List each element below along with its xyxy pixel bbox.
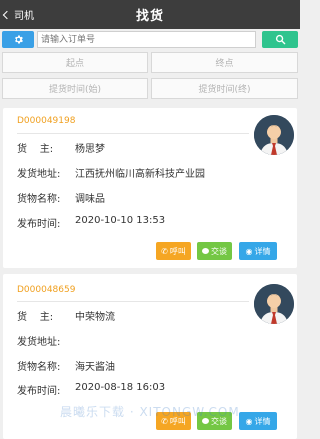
- time-value: 2020-08-18 16:03: [75, 382, 166, 393]
- call-button[interactable]: ✆ 呼叫: [156, 242, 191, 260]
- goods-label: 货物名称:: [17, 194, 61, 205]
- address-row: 发货地址: 江西抚州临川高新科技产业园: [17, 165, 205, 180]
- shipper-value: 杨思梦: [75, 144, 105, 155]
- goods-label: 货物名称:: [17, 362, 61, 373]
- shipper-label: 货 主:: [17, 144, 54, 155]
- pickup-end-filter[interactable]: 提货时间(终): [151, 78, 298, 99]
- avatar: [254, 284, 294, 324]
- search-icon: [275, 34, 285, 45]
- detail-button[interactable]: ◉ 详情: [239, 412, 277, 430]
- address-row: 发货地址:: [17, 333, 75, 348]
- page-title: 找货: [135, 9, 164, 24]
- goods-value: 海天酱油: [75, 362, 115, 373]
- pickup-start-filter[interactable]: 提货时间(始): [2, 78, 148, 99]
- order-id: D000049198: [17, 116, 76, 126]
- order-search-input[interactable]: [37, 31, 256, 48]
- chat-label: 交谈: [211, 246, 227, 256]
- detail-label: 详情: [254, 246, 271, 256]
- driver-avatar-icon: [254, 115, 294, 155]
- address-label: 发货地址:: [17, 169, 61, 180]
- address-value: 江西抚州临川高新科技产业园: [75, 169, 205, 180]
- search-row: [0, 30, 300, 50]
- top-bar: 司机 找货: [0, 0, 300, 29]
- divider: [17, 133, 249, 134]
- order-card[interactable]: D000049198 货 主: 杨思梦 发货地址: 江西抚州临川高新科技产业园 …: [3, 108, 297, 268]
- time-label: 发布时间:: [17, 219, 61, 230]
- avatar: [254, 115, 294, 155]
- call-label: 呼叫: [169, 246, 186, 256]
- eye-icon: ◉: [245, 416, 253, 426]
- gear-icon: [14, 35, 23, 44]
- detail-button[interactable]: ◉ 详情: [239, 242, 277, 260]
- detail-label: 详情: [254, 416, 271, 426]
- time-value: 2020-10-10 13:53: [75, 215, 166, 226]
- time-row: 发布时间: 2020-10-10 13:53: [17, 215, 165, 230]
- phone-icon: ✆: [161, 246, 168, 256]
- shipper-label: 货 主:: [17, 312, 54, 323]
- goods-row: 货物名称: 海天酱油: [17, 358, 115, 373]
- end-location-filter[interactable]: 终点: [151, 52, 298, 73]
- order-id: D000048659: [17, 285, 76, 295]
- driver-avatar-icon: [254, 284, 294, 324]
- goods-value: 调味品: [75, 194, 105, 205]
- shipper-row: 货 主: 杨思梦: [17, 140, 105, 155]
- start-location-filter[interactable]: 起点: [2, 52, 148, 73]
- shipper-value: 中荣物流: [75, 312, 115, 323]
- time-row: 发布时间: 2020-08-18 16:03: [17, 382, 165, 397]
- goods-row: 货物名称: 调味品: [17, 190, 105, 205]
- chat-button[interactable]: 交谈: [197, 242, 232, 260]
- settings-button[interactable]: [2, 31, 34, 48]
- chat-bubble-icon: [202, 248, 209, 254]
- eye-icon: ◉: [245, 246, 253, 256]
- address-label: 发货地址:: [17, 337, 61, 348]
- divider: [17, 301, 249, 302]
- watermark: 晨曦乐下载 · XITONGW.COM: [60, 405, 240, 419]
- shipper-row: 货 主: 中荣物流: [17, 308, 115, 323]
- time-label: 发布时间:: [17, 386, 61, 397]
- search-button[interactable]: [262, 31, 298, 48]
